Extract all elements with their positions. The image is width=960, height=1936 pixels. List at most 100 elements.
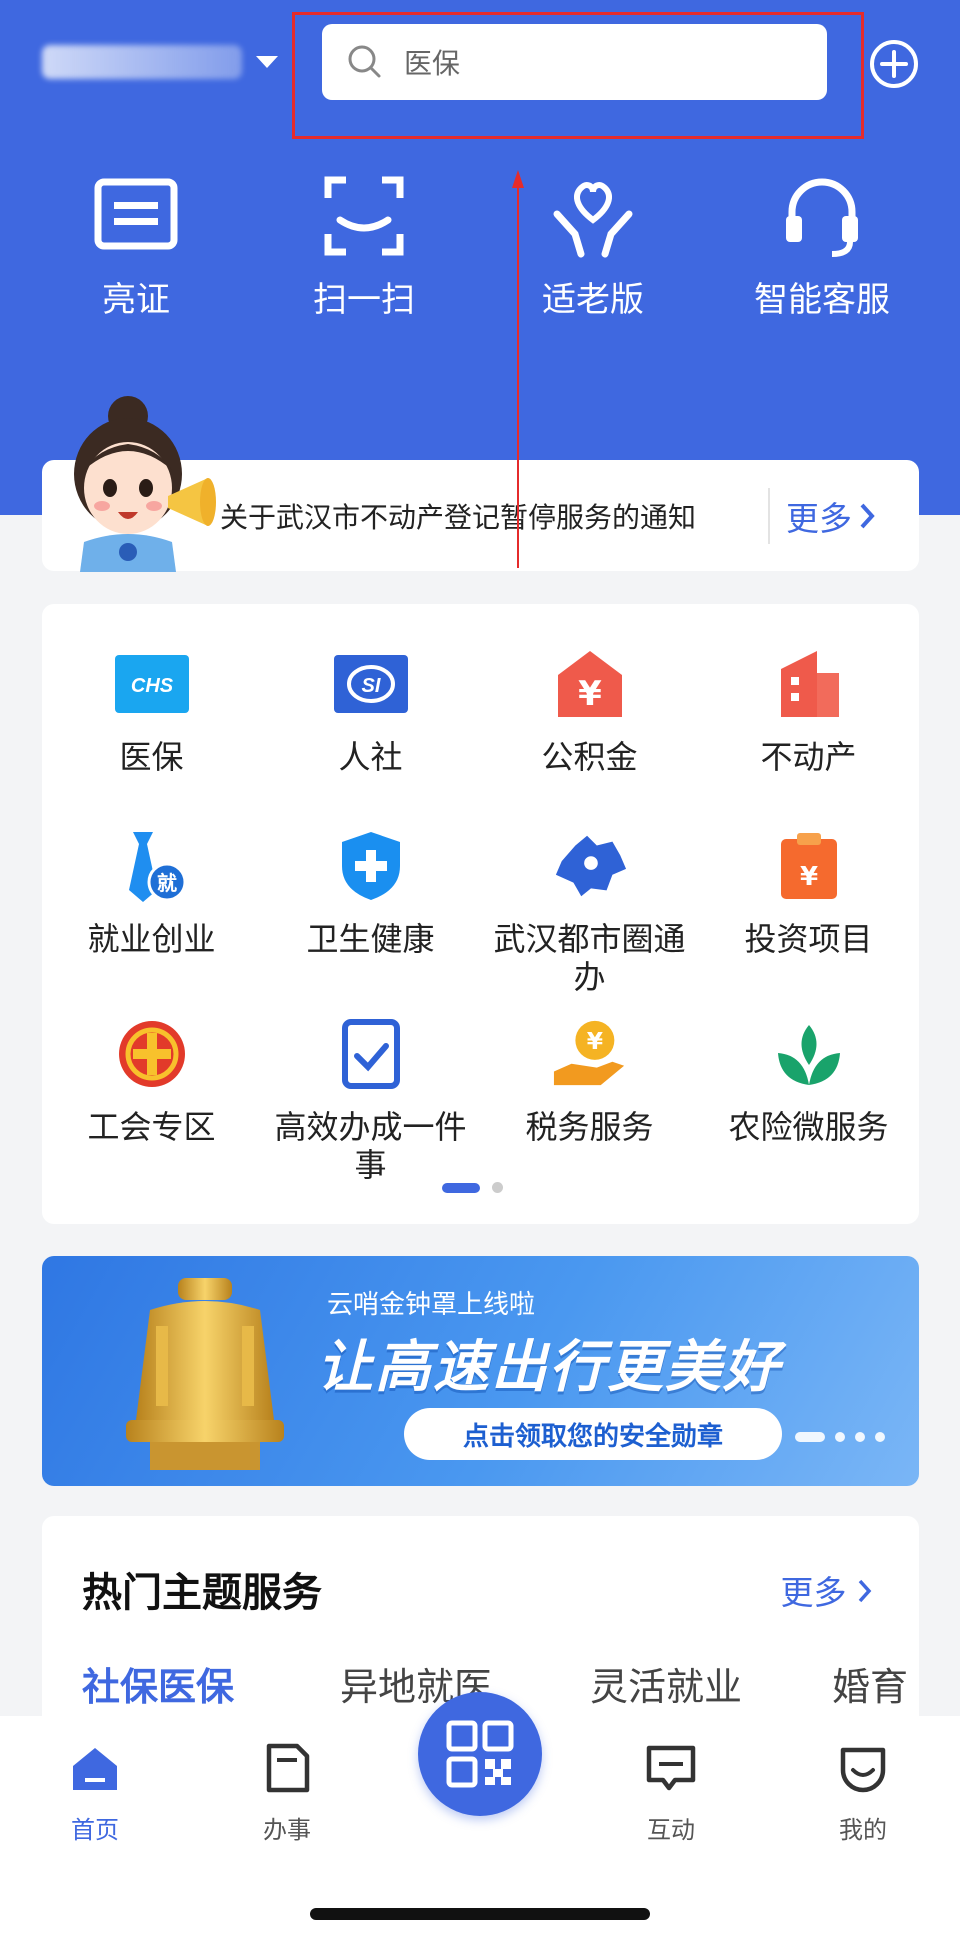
qr-code-button[interactable] (418, 1692, 542, 1816)
svg-text:¥: ¥ (586, 1027, 602, 1055)
page-indicator (442, 1182, 503, 1193)
page-dot (492, 1182, 503, 1193)
golden-bell-image (126, 1278, 284, 1470)
investment-icon: ¥ (771, 828, 847, 904)
chs-icon: CHS (114, 646, 190, 722)
svg-text:¥: ¥ (578, 674, 602, 714)
svg-text:CHS: CHS (130, 675, 173, 697)
sprout-icon (771, 1016, 847, 1092)
annotation-arrow (512, 170, 524, 568)
health-shield-icon (333, 828, 409, 904)
topics-more-link[interactable]: 更多 (781, 1566, 874, 1614)
service-item-agri-insurance[interactable]: 农险微服务 (699, 1016, 918, 1146)
id-card-icon (94, 178, 178, 250)
quick-action-label: 扫一扫 (313, 280, 415, 320)
svg-text:就: 就 (157, 871, 177, 895)
notice-text: 关于武汉市不动产登记暂停服务的通知 (220, 500, 697, 534)
nav-mine[interactable]: 我的 (803, 1740, 923, 1845)
nav-home[interactable]: 首页 (35, 1740, 155, 1845)
location-selector[interactable] (42, 40, 278, 84)
service-item-one-thing[interactable]: 高效办成一件事 (261, 1016, 480, 1184)
tab-social-medical[interactable]: 社保医保 (82, 1656, 234, 1711)
employment-icon: 就 (114, 828, 190, 904)
nav-label: 首页 (71, 1816, 119, 1844)
tax-icon: ¥ (552, 1016, 628, 1092)
banner-subtitle: 云哨金钟罩上线啦 (327, 1290, 536, 1320)
banner-dot-active (795, 1432, 825, 1442)
profile-icon (840, 1747, 886, 1793)
service-item-medical-insurance[interactable]: CHS 医保 (42, 646, 261, 776)
chevron-right-icon (860, 503, 875, 528)
service-item-investment[interactable]: ¥ 投资项目 (699, 828, 918, 958)
banner-page-indicator (795, 1432, 885, 1442)
qr-code-icon (446, 1720, 514, 1788)
document-icon (266, 1743, 310, 1793)
service-item-social-security[interactable]: SI 人社 (261, 646, 480, 776)
service-item-employment[interactable]: 就 就业创业 (42, 828, 261, 958)
chat-icon (646, 1745, 696, 1791)
service-item-metro-area[interactable]: 武汉都市圈通办 (480, 828, 699, 996)
home-indicator (310, 1908, 650, 1920)
service-item-real-estate[interactable]: 不动产 (699, 646, 918, 776)
service-label: 农险微服务 (728, 1108, 889, 1146)
housing-fund-icon: ¥ (552, 646, 628, 722)
real-estate-icon (771, 646, 847, 722)
service-label: 工会专区 (87, 1108, 216, 1146)
nav-label: 办事 (263, 1816, 311, 1844)
service-label: 投资项目 (744, 920, 873, 958)
add-icon[interactable] (868, 38, 920, 90)
quick-action-label: 智能客服 (754, 280, 890, 320)
promo-banner[interactable]: 云哨金钟罩上线啦 让高速出行更美好 点击领取您的安全勋章 (42, 1256, 919, 1486)
svg-text:¥: ¥ (799, 862, 817, 892)
svg-text:SI: SI (361, 675, 380, 697)
banner-title: 让高速出行更美好 (317, 1335, 781, 1400)
nav-interact[interactable]: 互动 (611, 1740, 731, 1845)
si-icon: SI (333, 646, 409, 722)
quick-action-label: 适老版 (542, 280, 644, 320)
banner-dot (855, 1432, 865, 1442)
section-title: 热门主题服务 (82, 1570, 322, 1616)
scan-icon (324, 176, 404, 256)
service-grid: CHS 医保 SI 人社 ¥ 公积金 不动产 就 就业创业 卫生健康 武汉都市圈… (42, 604, 919, 1224)
service-item-housing-fund[interactable]: ¥ 公积金 (480, 646, 699, 776)
banner-dot (835, 1432, 845, 1442)
notice-more-link[interactable]: 更多 (786, 492, 876, 540)
quick-action-customer-service[interactable]: 智能客服 (722, 170, 922, 321)
service-item-health[interactable]: 卫生健康 (261, 828, 480, 958)
home-icon (73, 1748, 117, 1790)
service-label: 公积金 (541, 738, 638, 776)
tab-flexible-employment[interactable]: 灵活就业 (590, 1656, 742, 1711)
service-label: 高效办成一件事 (274, 1108, 467, 1184)
service-label: 就业创业 (87, 920, 216, 958)
nav-label: 我的 (839, 1816, 887, 1844)
quick-action-label: 亮证 (102, 280, 170, 320)
mascot-image (74, 396, 216, 572)
union-icon (114, 1016, 190, 1092)
service-label: 不动产 (760, 738, 857, 776)
banner-cta-button[interactable]: 点击领取您的安全勋章 (404, 1408, 782, 1460)
tab-marriage-birth[interactable]: 婚育 (832, 1656, 908, 1711)
divider (768, 488, 770, 544)
service-label: 医保 (119, 738, 184, 776)
service-label: 武汉都市圈通办 (493, 920, 686, 996)
elderly-heart-icon (553, 182, 633, 258)
chevron-down-icon (256, 56, 278, 68)
service-label: 卫生健康 (306, 920, 435, 958)
banner-dot (875, 1432, 885, 1442)
service-item-tax[interactable]: ¥ 税务服务 (480, 1016, 699, 1146)
headset-icon (786, 178, 858, 257)
service-label: 税务服务 (525, 1108, 654, 1146)
topics-more-label: 更多 (780, 1573, 847, 1612)
page-dot-active (442, 1182, 480, 1193)
quick-action-scan[interactable]: 扫一扫 (264, 170, 464, 321)
service-label: 人社 (338, 738, 403, 776)
map-icon (552, 828, 628, 904)
notice-more-label: 更多 (786, 498, 852, 538)
quick-action-show-id[interactable]: 亮证 (36, 170, 236, 321)
nav-services[interactable]: 办事 (227, 1740, 347, 1845)
service-item-trade-union[interactable]: 工会专区 (42, 1016, 261, 1146)
nav-label: 互动 (647, 1816, 695, 1844)
chevron-right-icon (858, 1579, 872, 1603)
highlight-box (292, 12, 864, 139)
checklist-icon (333, 1016, 409, 1092)
